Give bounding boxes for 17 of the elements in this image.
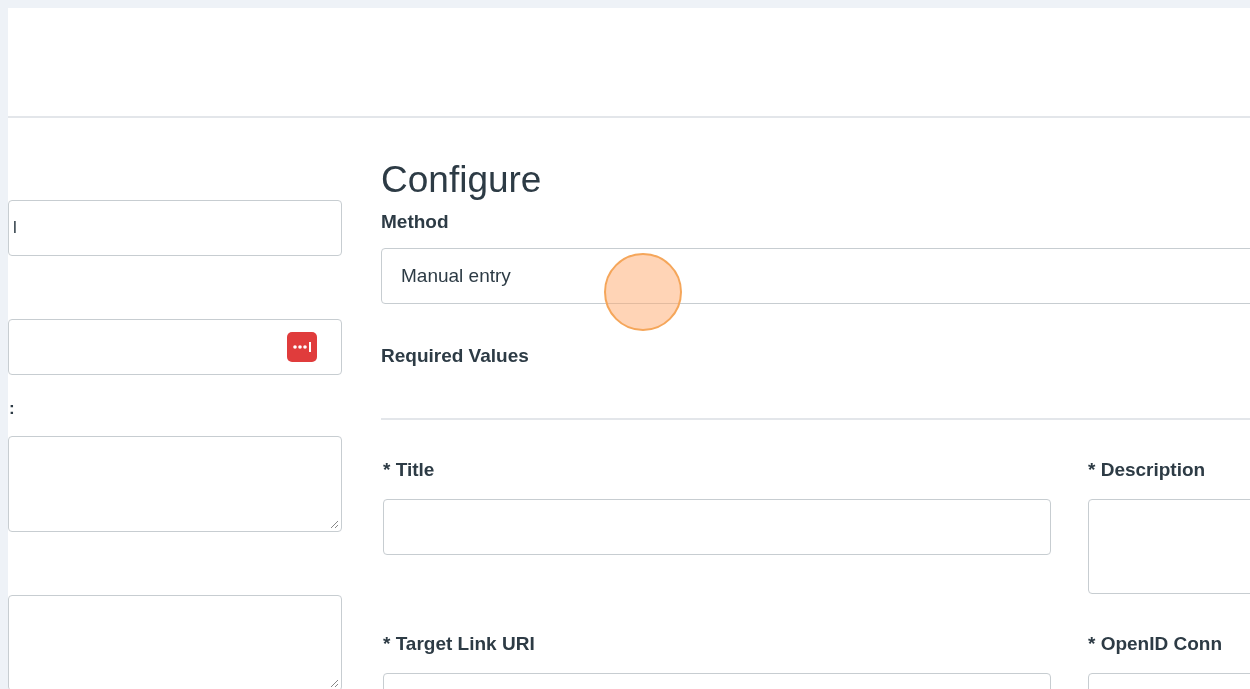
field-label: * OpenID Conn	[1088, 632, 1224, 656]
field-label: * Description	[1088, 458, 1207, 482]
field-label: * Title	[383, 458, 436, 482]
field-label: :	[8, 399, 16, 420]
subsection-heading: Required Values	[381, 344, 530, 368]
section-heading: Configure	[381, 158, 543, 202]
text-input-field[interactable]	[8, 319, 342, 375]
resize-handle-icon[interactable]	[330, 679, 339, 688]
resize-handle-icon[interactable]	[330, 520, 339, 529]
field-label: Method	[381, 210, 450, 234]
field-label: * Target Link URI	[383, 632, 536, 656]
text-input-field[interactable]	[383, 499, 1051, 555]
password-manager-icon[interactable]	[287, 332, 317, 362]
method-select[interactable]: Manual entry	[381, 248, 1250, 304]
text-input-field[interactable]: l	[8, 200, 342, 256]
text-area-field[interactable]	[8, 436, 342, 532]
text-area-field[interactable]	[8, 595, 342, 689]
